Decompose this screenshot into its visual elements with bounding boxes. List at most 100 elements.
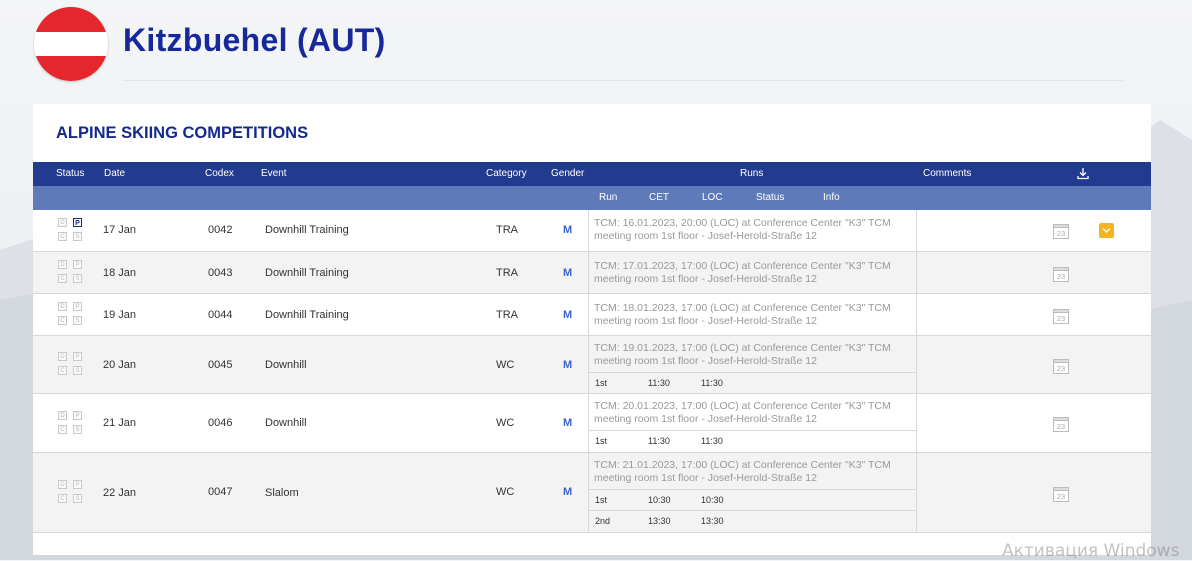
run-loc: 13:30 bbox=[701, 516, 724, 526]
expand-info-button[interactable] bbox=[1099, 223, 1114, 238]
status-d-icon: D bbox=[58, 218, 67, 227]
tcm-line-1: TCM: 19.01.2023, 17:00 (LOC) at Conferen… bbox=[594, 342, 891, 354]
panel-title: ALPINE SKIING COMPETITIONS bbox=[56, 124, 309, 142]
tcm-line-1: TCM: 20.01.2023, 17:00 (LOC) at Conferen… bbox=[594, 400, 891, 412]
calendar-icon[interactable]: 23 bbox=[1053, 266, 1069, 282]
calendar-icon[interactable]: 23 bbox=[1053, 308, 1069, 324]
status-p-icon[interactable]: P bbox=[73, 218, 82, 227]
status-d-icon: D bbox=[58, 260, 67, 269]
calendar-label: 23 bbox=[1057, 492, 1065, 501]
run-cet: 11:30 bbox=[648, 378, 670, 388]
row-category: WC bbox=[496, 417, 515, 429]
row-event[interactable]: Downhill Training bbox=[265, 224, 349, 236]
subcol-loc: LOC bbox=[702, 192, 723, 203]
tcm-line-2: meeting room 1st floor - Josef-Herold-St… bbox=[594, 472, 817, 484]
row-codex: 0046 bbox=[208, 417, 233, 429]
tcm-line-1: TCM: 18.01.2023, 17:00 (LOC) at Conferen… bbox=[594, 302, 891, 314]
status-d-icon: D bbox=[58, 480, 67, 489]
table-row[interactable]: D P C S 22 Jan 0047 Slalom WC M TCM: 21.… bbox=[33, 453, 1151, 533]
tcm-info: TCM: 18.01.2023, 17:00 (LOC) at Conferen… bbox=[594, 302, 910, 328]
status-d-icon: D bbox=[58, 302, 67, 311]
tcm-line-2: meeting room 1st floor - Josef-Herold-St… bbox=[594, 273, 817, 285]
col-date: Date bbox=[104, 168, 126, 179]
status-s-icon: S bbox=[73, 425, 82, 434]
status-s-icon: S bbox=[73, 316, 82, 325]
page-title: Kitzbuehel (AUT) bbox=[123, 22, 386, 58]
table-row[interactable]: D P C S 18 Jan 0043 Downhill Training TR… bbox=[33, 252, 1151, 294]
tcm-line-2: meeting room 1st floor - Josef-Herold-St… bbox=[594, 355, 817, 367]
tcm-line-1: TCM: 21.01.2023, 17:00 (LOC) at Conferen… bbox=[594, 459, 891, 471]
status-s-icon: S bbox=[73, 494, 82, 503]
status-c-icon: C bbox=[58, 232, 67, 241]
row-category: TRA bbox=[496, 267, 518, 279]
status-s-icon: S bbox=[73, 274, 82, 283]
status-icons: D P C S bbox=[58, 352, 84, 376]
status-c-icon: C bbox=[58, 425, 67, 434]
tcm-line-1: TCM: 16.01.2023, 20:00 (LOC) at Conferen… bbox=[594, 217, 891, 229]
run-cet: 11:30 bbox=[648, 436, 670, 446]
run-loc: 10:30 bbox=[701, 495, 724, 505]
download-icon[interactable] bbox=[1077, 167, 1089, 180]
run-entry: 1st 11:30 11:30 bbox=[589, 430, 916, 453]
row-event[interactable]: Downhill bbox=[265, 359, 307, 371]
calendar-icon[interactable]: 23 bbox=[1053, 416, 1069, 432]
status-d-icon: D bbox=[58, 352, 67, 361]
row-category: WC bbox=[496, 486, 515, 498]
tcm-info: TCM: 20.01.2023, 17:00 (LOC) at Conferen… bbox=[594, 400, 910, 426]
calendar-icon[interactable]: 23 bbox=[1053, 223, 1069, 239]
header-divider bbox=[123, 80, 1123, 81]
calendar-label: 23 bbox=[1057, 272, 1065, 281]
run-entry: 1st 10:30 10:30 bbox=[589, 489, 916, 511]
status-icons: D P C S bbox=[58, 260, 84, 284]
row-date: 22 Jan bbox=[103, 487, 137, 499]
row-category: TRA bbox=[496, 224, 518, 236]
row-codex: 0047 bbox=[208, 486, 233, 498]
status-d-icon: D bbox=[58, 411, 67, 420]
calendar-icon[interactable]: 23 bbox=[1053, 358, 1069, 374]
runs-cell: TCM: 19.01.2023, 17:00 (LOC) at Conferen… bbox=[588, 336, 917, 393]
calendar-icon[interactable]: 23 bbox=[1053, 486, 1069, 502]
tcm-info: TCM: 21.01.2023, 17:00 (LOC) at Conferen… bbox=[594, 459, 910, 485]
calendar-label: 23 bbox=[1057, 422, 1065, 431]
run-number: 1st bbox=[595, 378, 608, 388]
status-p-icon: P bbox=[73, 302, 82, 311]
row-gender: M bbox=[563, 359, 573, 371]
runs-cell: TCM: 16.01.2023, 20:00 (LOC) at Conferen… bbox=[588, 210, 917, 251]
row-codex: 0045 bbox=[208, 359, 233, 371]
run-loc: 11:30 bbox=[701, 436, 723, 446]
row-codex: 0044 bbox=[208, 309, 233, 321]
row-event[interactable]: Downhill Training bbox=[265, 309, 349, 321]
status-c-icon: C bbox=[58, 274, 67, 283]
status-icons: D P C S bbox=[58, 480, 84, 504]
tcm-line-2: meeting room 1st floor - Josef-Herold-St… bbox=[594, 413, 817, 425]
status-p-icon: P bbox=[73, 352, 82, 361]
run-loc: 11:30 bbox=[701, 378, 723, 388]
row-event[interactable]: Downhill Training bbox=[265, 267, 349, 279]
status-c-icon: C bbox=[58, 366, 67, 375]
col-category: Category bbox=[486, 168, 527, 179]
competitions-panel: ALPINE SKIING COMPETITIONS Status Date C… bbox=[33, 104, 1151, 555]
status-c-icon: C bbox=[58, 494, 67, 503]
runs-subheader: Run CET LOC Status Info bbox=[33, 186, 1151, 210]
col-runs: Runs bbox=[740, 168, 764, 179]
windows-activation-watermark: Активация Windows bbox=[1002, 541, 1180, 561]
status-icons: D P C S bbox=[58, 302, 84, 326]
subcol-cet: CET bbox=[649, 192, 669, 203]
table-row[interactable]: D P C S 21 Jan 0046 Downhill WC M TCM: 2… bbox=[33, 394, 1151, 453]
status-p-icon: P bbox=[73, 411, 82, 420]
table-row[interactable]: D P C S 17 Jan 0042 Downhill Training TR… bbox=[33, 210, 1151, 252]
run-entry: 2nd 13:30 13:30 bbox=[589, 510, 916, 533]
col-comments: Comments bbox=[923, 168, 972, 179]
run-cet: 13:30 bbox=[648, 516, 671, 526]
page-header: Kitzbuehel (AUT) bbox=[0, 0, 1192, 90]
row-event[interactable]: Downhill bbox=[265, 417, 307, 429]
table-header: Status Date Codex Event Category Gender … bbox=[33, 162, 1151, 186]
calendar-label: 23 bbox=[1057, 314, 1065, 323]
row-event[interactable]: Slalom bbox=[265, 487, 299, 499]
row-date: 18 Jan bbox=[103, 267, 137, 279]
tcm-info: TCM: 17.01.2023, 17:00 (LOC) at Conferen… bbox=[594, 260, 910, 286]
run-entry: 1st 11:30 11:30 bbox=[589, 372, 916, 394]
table-row[interactable]: D P C S 19 Jan 0044 Downhill Training TR… bbox=[33, 294, 1151, 336]
table-row[interactable]: D P C S 20 Jan 0045 Downhill WC M TCM: 1… bbox=[33, 336, 1151, 394]
row-date: 17 Jan bbox=[103, 224, 137, 236]
